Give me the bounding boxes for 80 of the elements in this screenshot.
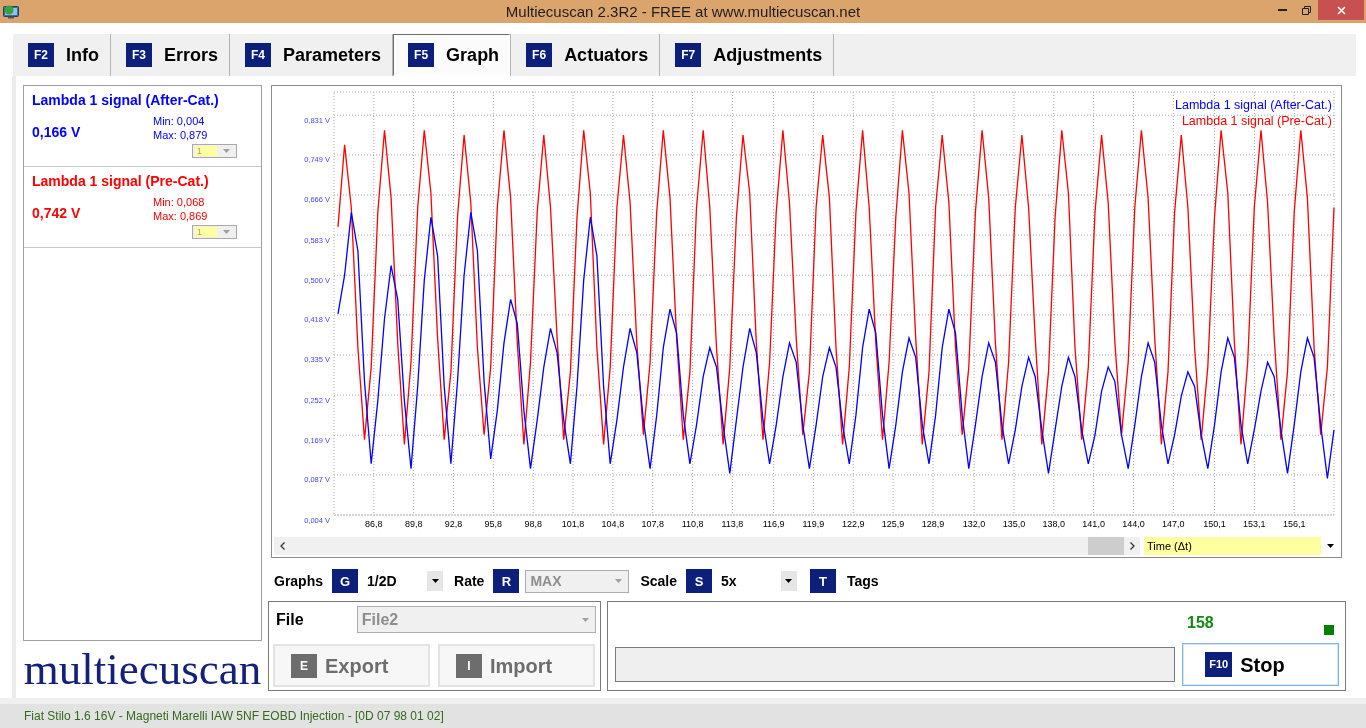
tab[interactable]: F2 Info xyxy=(13,34,110,76)
x-tick-label: 104,8 xyxy=(601,519,625,529)
tab[interactable]: F4 Parameters xyxy=(230,34,393,76)
dropdown[interactable]: 5x xyxy=(720,570,797,592)
chevron-right-icon xyxy=(1129,542,1135,550)
shortcut-key: S xyxy=(685,569,712,593)
signal-value: 0,166 V xyxy=(32,124,81,140)
x-tick-label: 150,1 xyxy=(1203,519,1226,529)
x-tick-label: 89,8 xyxy=(404,519,423,529)
x-tick-label: 119,9 xyxy=(802,519,825,529)
logo: multiecuscan xyxy=(23,645,262,693)
x-tick-label: 116,9 xyxy=(762,519,785,529)
shortcut-key: I xyxy=(456,653,482,678)
tab[interactable]: F6 Actuators xyxy=(511,34,660,76)
x-tick-label: 156,1 xyxy=(1282,519,1306,529)
x-tick-label: 101,8 xyxy=(561,519,585,529)
tab[interactable]: F7 Adjustments xyxy=(660,34,834,76)
field-label: Rate xyxy=(454,571,485,591)
caret-icon xyxy=(615,579,623,583)
restore-icon xyxy=(1301,5,1311,15)
caret-icon xyxy=(223,230,230,234)
x-tick-label: 92,8 xyxy=(444,519,463,529)
x-tick-label: 147,0 xyxy=(1162,519,1185,529)
min-value: Min: 0,004 xyxy=(153,114,206,128)
x-tick-label: 141,0 xyxy=(1082,519,1105,529)
legend-label: Lambda 1 signal (Pre-Cat.) xyxy=(1181,114,1332,128)
tab[interactable]: F5 Graph xyxy=(393,34,511,76)
scrollbar-thumb[interactable] xyxy=(1088,537,1124,555)
shortcut-key: F3 xyxy=(126,43,152,67)
signal-name: Lambda 1 signal (After-Cat.) xyxy=(32,92,220,109)
scrollbar[interactable] xyxy=(274,537,1140,555)
close-icon xyxy=(1336,5,1346,15)
window-title: Multiecuscan 2.3R2 - FREE at www.multiecuscan.net xyxy=(505,4,861,19)
shortcut-key: G xyxy=(332,569,358,593)
x-tick-label: 110,8 xyxy=(681,519,704,529)
x-tick-label: 122,9 xyxy=(842,519,865,529)
x-tick-label: 86,8 xyxy=(365,519,383,529)
shortcut-key: F7 xyxy=(675,43,702,67)
x-tick-label: 98,8 xyxy=(524,519,542,529)
x-tick-label: 135,0 xyxy=(1002,519,1026,529)
signal-value: 0,742 V xyxy=(32,205,81,221)
shortcut-key: R xyxy=(493,569,520,593)
app-icon xyxy=(3,4,19,19)
x-tick-label: 138,0 xyxy=(1042,519,1066,529)
shortcut-key: F6 xyxy=(526,43,553,67)
x-tick-label: 128,9 xyxy=(921,519,945,529)
shortcut-key: F4 xyxy=(245,43,272,67)
caret-icon xyxy=(431,579,439,583)
x-tick-label: 107,8 xyxy=(641,519,664,529)
caret-icon xyxy=(223,149,230,153)
x-tick-label: 132,0 xyxy=(962,519,986,529)
x-tick-label: 95,8 xyxy=(484,519,503,529)
field-label: Scale xyxy=(640,571,677,591)
x-tick-label: 125,9 xyxy=(881,519,905,529)
caret-icon xyxy=(1326,544,1334,548)
minimize-icon xyxy=(1277,9,1287,11)
field-label: Graphs xyxy=(274,571,323,591)
shortcut-key: F2 xyxy=(28,43,54,67)
field-label: File xyxy=(276,609,305,630)
chevron-left-icon xyxy=(279,542,285,550)
dropdown[interactable]: 1/2D xyxy=(367,570,443,592)
shortcut-key: E xyxy=(291,653,317,678)
shortcut-key: F5 xyxy=(408,43,435,67)
tags-button[interactable]: T Tags xyxy=(809,569,879,593)
sample-counter: 158 xyxy=(1187,613,1214,633)
caret-icon xyxy=(582,617,589,622)
min-value: Min: 0,068 xyxy=(153,195,206,209)
signal-name: Lambda 1 signal (Pre-Cat.) xyxy=(32,173,210,190)
status-text: Fiat Stilo 1.6 16V - Magneti Marelli IAW 5NF EOBD Injection - [0D 07 98 01 02] xyxy=(24,708,444,725)
caret-icon xyxy=(785,579,793,583)
shortcut-key: T xyxy=(809,569,836,593)
max-value: Max: 0,869 xyxy=(153,209,209,223)
x-tick-label: 153,1 xyxy=(1243,519,1266,529)
tab[interactable]: F3 Errors xyxy=(111,34,230,76)
shortcut-key: F10 xyxy=(1205,652,1233,677)
legend-label: Lambda 1 signal (After-Cat.) xyxy=(1175,98,1332,112)
stop-button[interactable]: F10 Stop xyxy=(1182,643,1339,686)
max-value: Max: 0,879 xyxy=(153,128,209,142)
x-tick-label: 113,8 xyxy=(721,519,744,529)
x-tick-label: 144,0 xyxy=(1122,519,1145,529)
